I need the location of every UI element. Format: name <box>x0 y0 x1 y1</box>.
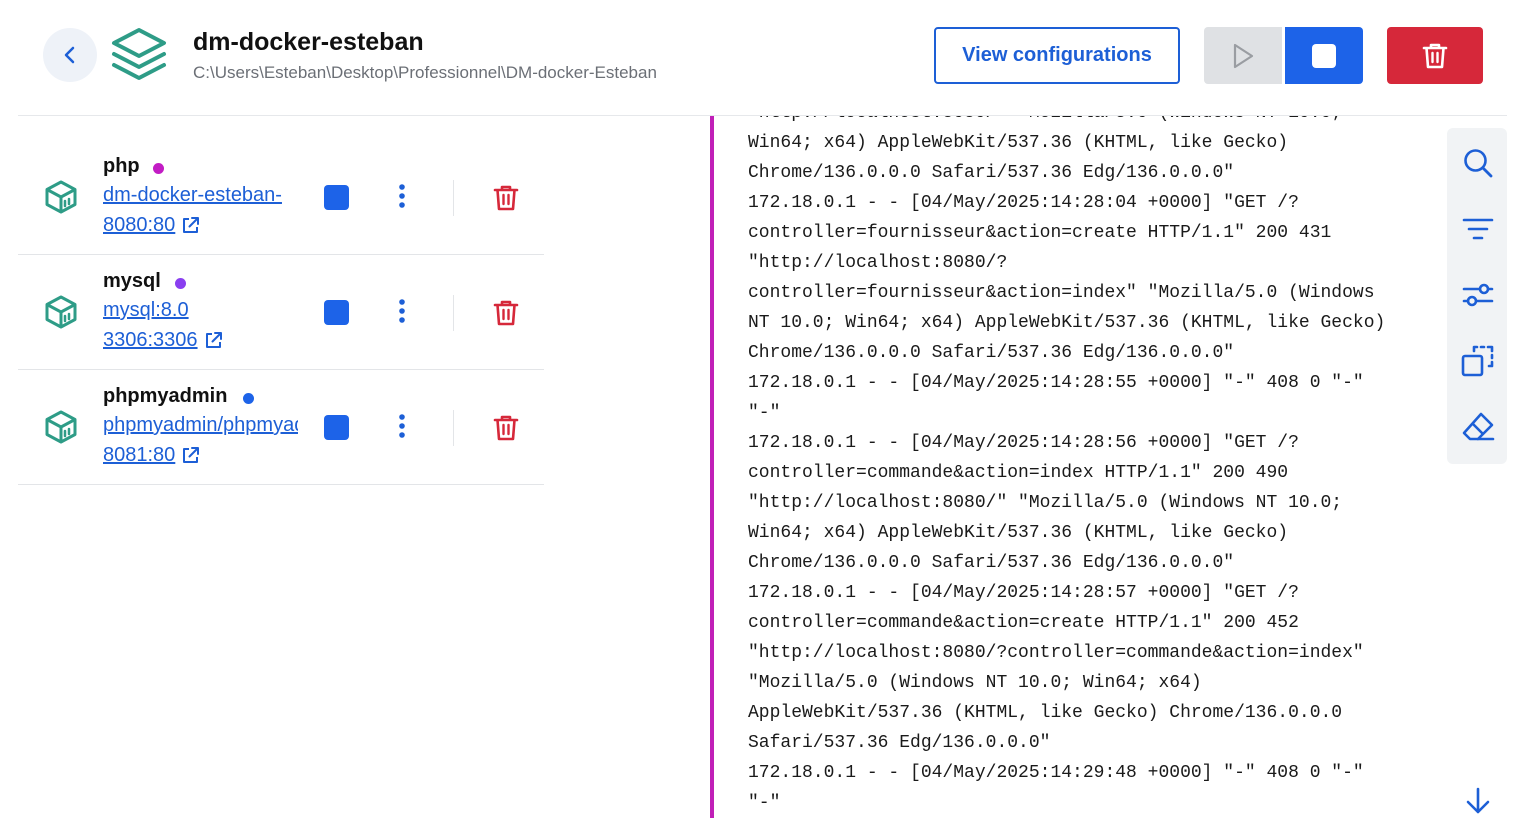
settings-sliders-icon[interactable] <box>1461 278 1495 312</box>
more-options-icon[interactable] <box>392 298 412 328</box>
container-port-link[interactable]: 3306:3306 <box>103 329 223 352</box>
container-stop-button[interactable] <box>324 415 349 440</box>
container-name[interactable]: phpmyadmin <box>103 385 227 408</box>
back-button[interactable] <box>43 28 97 82</box>
stop-button[interactable] <box>1285 27 1363 84</box>
delete-button[interactable] <box>1387 27 1483 84</box>
container-row-phpmyadmin: phpmyadmin phpmyadmin/phpmyadmin 8081:80 <box>18 370 544 485</box>
page-title: dm-docker-esteban <box>193 28 424 56</box>
project-path: C:\Users\Esteban\Desktop\Professionnel\D… <box>193 63 657 82</box>
eraser-icon[interactable] <box>1461 410 1495 444</box>
status-dot <box>175 278 186 289</box>
external-link-icon <box>181 446 200 465</box>
status-dot <box>153 163 164 174</box>
filter-icon[interactable] <box>1461 212 1495 246</box>
compose-stack-icon <box>112 28 166 80</box>
external-link-icon <box>181 216 200 235</box>
container-image-link[interactable]: dm-docker-esteban- <box>103 184 298 207</box>
trash-icon[interactable] <box>493 184 519 212</box>
port-label: 8081:80 <box>103 444 176 466</box>
container-port-link[interactable]: 8081:80 <box>103 444 200 467</box>
chevron-left-icon <box>64 46 75 64</box>
trash-icon[interactable] <box>493 299 519 327</box>
port-label: 8080:80 <box>103 214 176 236</box>
container-row-php: php dm-docker-esteban- 8080:80 <box>18 140 544 255</box>
container-list: php dm-docker-esteban- 8080:80 mysql mys… <box>18 140 544 485</box>
container-name[interactable]: php <box>103 155 140 178</box>
row-separator <box>453 295 454 331</box>
container-stop-button[interactable] <box>324 185 349 210</box>
container-cube-icon <box>45 410 77 444</box>
external-link-icon <box>204 331 223 350</box>
stop-icon <box>1312 43 1336 68</box>
container-image-link[interactable]: phpmyadmin/phpmyadmin <box>103 414 298 437</box>
arrow-down-icon <box>1466 787 1490 814</box>
start-button[interactable] <box>1204 27 1282 84</box>
container-port-link[interactable]: 8080:80 <box>103 214 200 237</box>
copy-icon[interactable] <box>1461 344 1495 378</box>
container-name[interactable]: mysql <box>103 270 161 293</box>
port-label: 3306:3306 <box>103 329 198 351</box>
row-separator <box>453 180 454 216</box>
container-row-mysql: mysql mysql:8.0 3306:3306 <box>18 255 544 370</box>
log-toolbar <box>1447 128 1507 464</box>
log-text: "http://localhost:8080/" "Mozilla/5.0 (W… <box>748 116 1386 813</box>
trash-icon[interactable] <box>493 414 519 442</box>
log-output[interactable]: "http://localhost:8080/" "Mozilla/5.0 (W… <box>714 116 1440 838</box>
status-dot <box>243 393 254 404</box>
play-icon <box>1233 43 1254 68</box>
trash-icon <box>1422 43 1448 68</box>
more-options-icon[interactable] <box>392 413 412 443</box>
row-separator <box>453 410 454 446</box>
view-configurations-button[interactable]: View configurations <box>934 27 1180 84</box>
header: dm-docker-esteban C:\Users\Esteban\Deskt… <box>0 0 1519 115</box>
container-cube-icon <box>45 180 77 214</box>
search-icon[interactable] <box>1461 146 1495 180</box>
container-cube-icon <box>45 295 77 329</box>
container-image-link[interactable]: mysql:8.0 <box>103 299 298 322</box>
more-options-icon[interactable] <box>392 183 412 213</box>
scroll-to-bottom-button[interactable] <box>1462 784 1494 818</box>
container-stop-button[interactable] <box>324 300 349 325</box>
